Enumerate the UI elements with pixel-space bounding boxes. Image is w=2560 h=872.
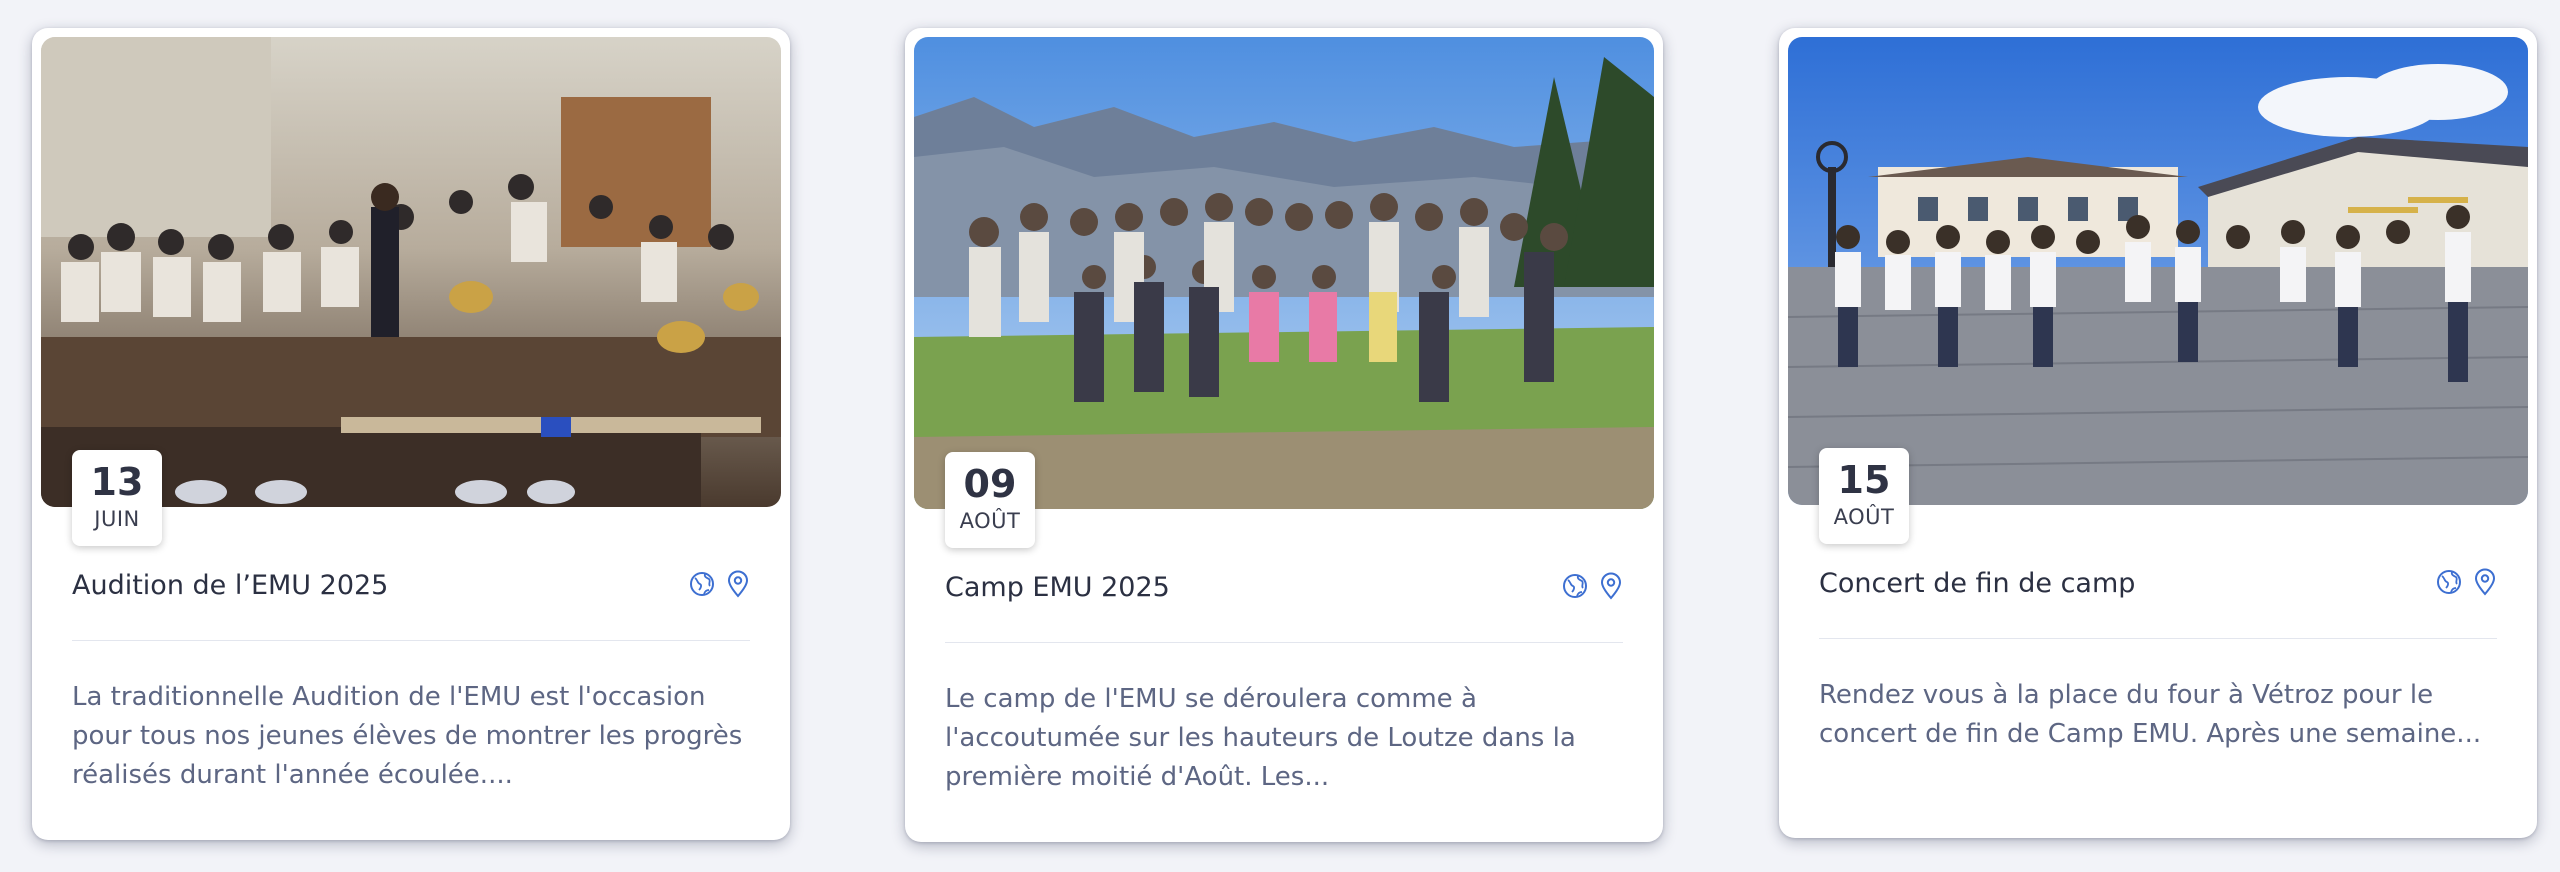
event-description-line: première moitié d'Août. Les... [945, 762, 1330, 792]
event-date-month: AOÛT [1833, 505, 1895, 529]
event-date-badge: 13 JUIN [72, 450, 162, 546]
globe-icon[interactable] [688, 569, 716, 599]
event-date-day: 09 [963, 462, 1017, 506]
event-date-month: AOÛT [959, 509, 1021, 533]
event-links [2435, 567, 2499, 597]
event-description-line: Rendez vous à la place du four à Vétroz … [1819, 680, 2434, 710]
event-card-camp[interactable]: 09 AOÛT Camp EMU 2025 Le camp de l'EMU s… [905, 28, 1663, 842]
card-divider [945, 642, 1623, 643]
globe-icon[interactable] [1561, 571, 1589, 601]
event-description-line: La traditionnelle Audition de l'EMU est … [72, 682, 706, 712]
event-description: Rendez vous à la place du four à Vétroz … [1819, 676, 2509, 754]
event-description: Le camp de l'EMU se déroulera comme à l'… [945, 680, 1635, 797]
event-links [688, 569, 752, 599]
event-description-line: pour tous nos jeunes élèves de montrer l… [72, 721, 743, 751]
event-description: La traditionnelle Audition de l'EMU est … [72, 678, 762, 795]
card-divider [1819, 638, 2497, 639]
event-photo-concert-hall[interactable] [41, 37, 781, 507]
event-date-month: JUIN [94, 507, 140, 531]
event-date-day: 15 [1837, 458, 1891, 502]
event-date-badge: 15 AOÛT [1819, 448, 1909, 544]
map-pin-icon[interactable] [724, 569, 752, 599]
card-divider [72, 640, 750, 641]
map-pin-icon[interactable] [2471, 567, 2499, 597]
event-description-line: concert de fin de Camp EMU. Après une se… [1819, 719, 2482, 749]
event-links [1561, 571, 1625, 601]
event-date-day: 13 [90, 460, 144, 504]
event-date-badge: 09 AOÛT [945, 452, 1035, 548]
event-card-concert[interactable]: 15 AOÛT Concert de fin de camp Rendez vo… [1779, 28, 2537, 838]
event-description-line: Le camp de l'EMU se déroulera comme à [945, 684, 1477, 714]
event-description-line: réalisés durant l'année écoulée.... [72, 760, 513, 790]
event-photo-group-mountains[interactable] [914, 37, 1654, 509]
event-title[interactable]: Audition de l’EMU 2025 [72, 570, 388, 601]
globe-icon[interactable] [2435, 567, 2463, 597]
event-photo-outdoor-band[interactable] [1788, 37, 2528, 505]
event-card-audition[interactable]: 13 JUIN Audition de l’EMU 2025 La tradit… [32, 28, 790, 840]
map-pin-icon[interactable] [1597, 571, 1625, 601]
event-title[interactable]: Concert de fin de camp [1819, 568, 2135, 599]
event-description-line: l'accoutumée sur les hauteurs de Loutze … [945, 723, 1576, 753]
event-title[interactable]: Camp EMU 2025 [945, 572, 1170, 603]
